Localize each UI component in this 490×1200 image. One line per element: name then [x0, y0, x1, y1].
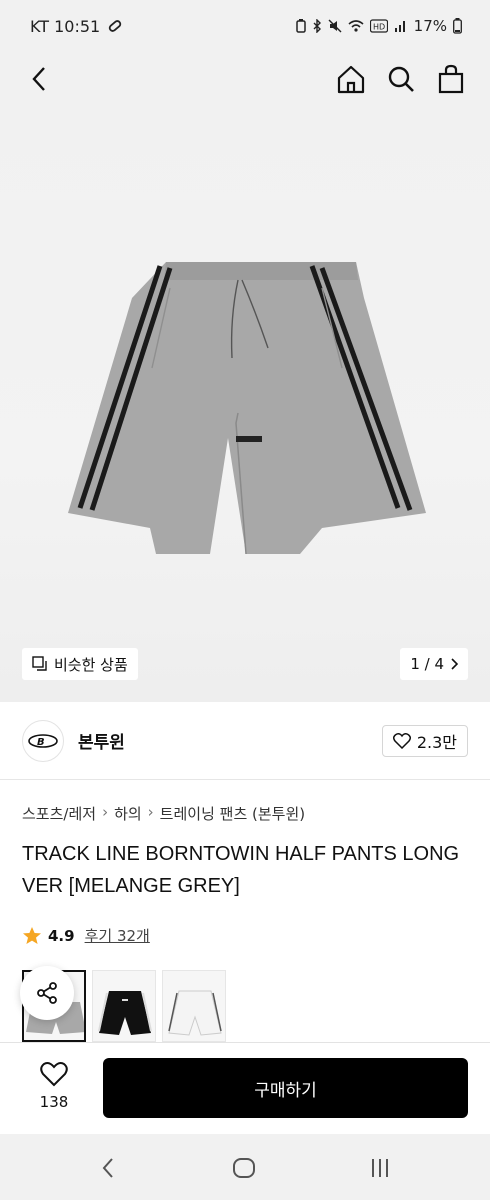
product-title: TRACK LINE BORNTOWIN HALF PANTS LONG VER… [22, 843, 460, 897]
breadcrumb-separator: › [102, 803, 109, 821]
reviews-link[interactable]: 후기 32개 [85, 925, 150, 946]
status-bar: KT 10:51 HD 17% [0, 0, 490, 52]
breadcrumb: 스포츠/레저 › 하의 › 트레이닝 팬츠 (본투윈) [22, 803, 305, 824]
star-icon [23, 926, 41, 944]
bag-icon [438, 64, 464, 94]
bottom-action-bar: 138 구매하기 [0, 1042, 490, 1134]
back-button[interactable] [22, 62, 56, 96]
heart-icon [40, 1062, 68, 1087]
similar-products-button[interactable]: 비슷한 상품 [22, 648, 138, 680]
brand-logo: B [22, 719, 64, 762]
swatch-image [168, 990, 222, 1036]
swatch-black[interactable] [92, 970, 156, 1042]
search-button[interactable] [384, 60, 418, 98]
share-icon [37, 982, 57, 1004]
nav-home-button[interactable] [224, 1152, 264, 1184]
top-app-bar [0, 52, 490, 108]
brand-row: B 본투윈 2.3만 [0, 702, 490, 780]
breadcrumb-item[interactable]: 트레이닝 팬츠 (본투윈) [160, 803, 305, 824]
cart-button[interactable] [434, 60, 468, 98]
wishlist-count: 138 [39, 1093, 69, 1111]
nav-back-button[interactable] [88, 1152, 128, 1184]
svg-text:B: B [37, 737, 45, 748]
product-image-carousel[interactable]: 비슷한 상품 1 / 4 [0, 108, 490, 702]
breadcrumb-item[interactable]: 스포츠/레저 [22, 803, 96, 824]
similar-icon [32, 656, 47, 671]
chevron-right-icon [451, 658, 458, 670]
brand-logo-icon: B [28, 733, 58, 748]
chevron-left-icon [32, 67, 45, 91]
carrier-time: KT 10:51 [30, 16, 101, 36]
bluetooth-icon [313, 19, 321, 33]
brand-link[interactable]: B 본투윈 [22, 719, 125, 762]
product-image [68, 262, 426, 555]
brand-like-count: 2.3만 [416, 732, 457, 752]
wishlist-button[interactable]: 138 [26, 1061, 82, 1111]
mute-icon [328, 19, 342, 33]
swatch-image [98, 991, 152, 1035]
home-circle-icon [233, 1158, 255, 1178]
rating-row: 4.9 후기 32개 [22, 925, 150, 946]
brand-name: 본투윈 [78, 733, 125, 753]
swatch-white[interactable] [162, 970, 226, 1042]
chevron-left-icon [102, 1158, 113, 1178]
image-page-indicator: 1 / 4 [410, 655, 444, 673]
signal-icon [394, 21, 405, 32]
system-nav-bar [0, 1134, 490, 1200]
svg-text:HD: HD [373, 23, 385, 32]
breadcrumb-separator: › [147, 803, 154, 821]
nav-recents-button[interactable] [360, 1152, 400, 1184]
brand-like-button[interactable]: 2.3만 [381, 724, 468, 757]
home-icon [337, 65, 365, 94]
rating-score: 4.9 [48, 926, 75, 945]
wifi-icon [348, 20, 364, 32]
battery-saver-icon [295, 19, 306, 33]
link-icon [109, 20, 122, 32]
image-pager[interactable]: 1 / 4 [400, 648, 468, 680]
search-icon [388, 66, 414, 92]
battery-icon [453, 18, 462, 34]
hd-icon: HD [369, 19, 388, 33]
buy-button[interactable]: 구매하기 [103, 1058, 468, 1118]
similar-products-label: 비슷한 상품 [54, 655, 128, 674]
recents-icon [372, 1159, 388, 1177]
share-button[interactable] [20, 966, 74, 1020]
home-button[interactable] [334, 60, 368, 98]
heart-icon [392, 732, 411, 749]
battery-percent: 17% [413, 17, 447, 35]
breadcrumb-item[interactable]: 하의 [114, 803, 142, 824]
